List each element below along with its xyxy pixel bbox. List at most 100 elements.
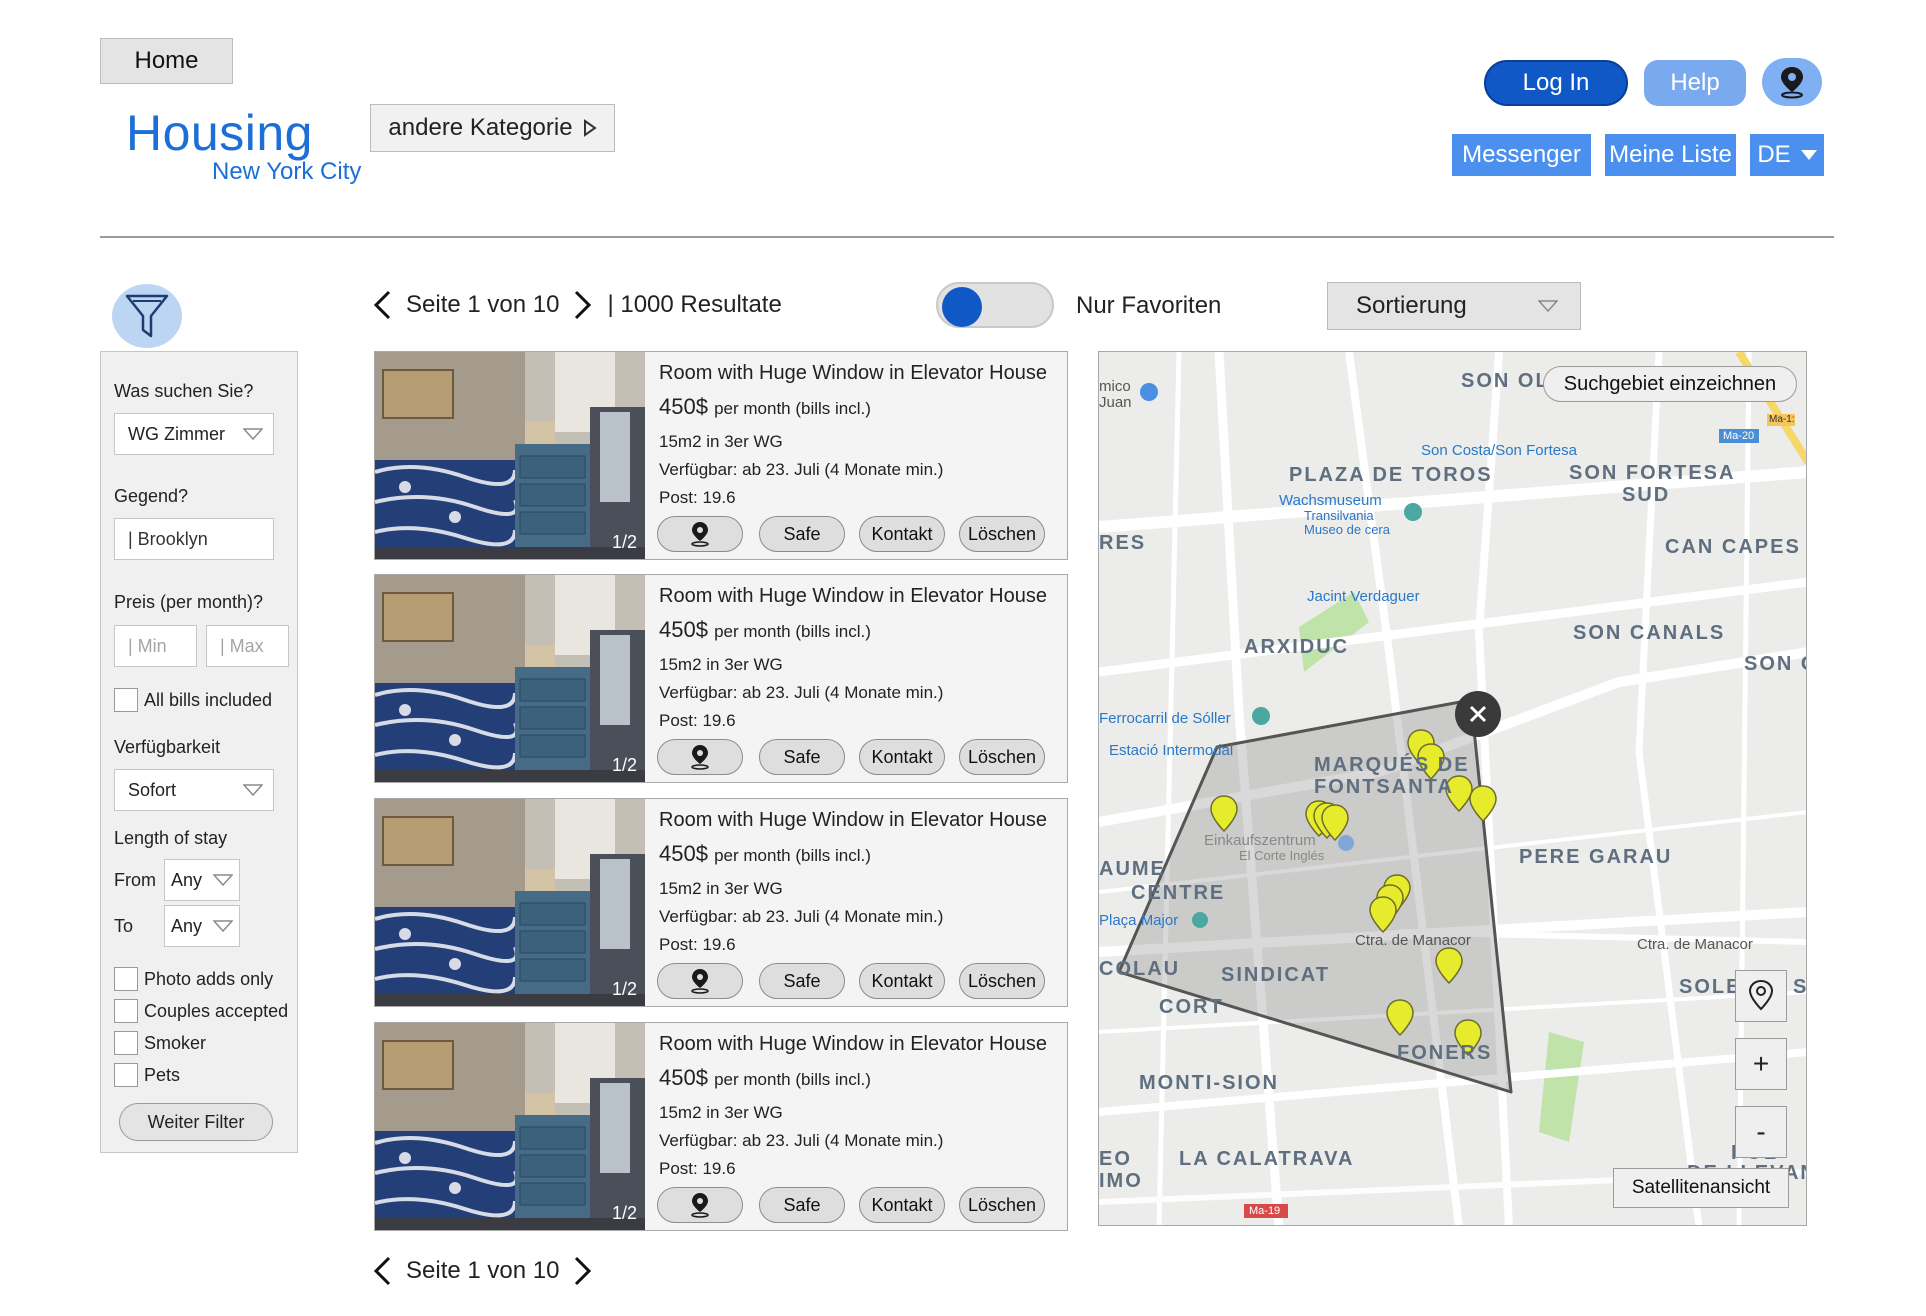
contact-button[interactable]: Kontakt	[859, 739, 945, 775]
listing-photo[interactable]: 1/2	[375, 575, 645, 782]
prev-page-icon[interactable]	[372, 1256, 392, 1286]
sort-select[interactable]: Sortierung	[1327, 282, 1581, 330]
filter-button[interactable]	[112, 284, 182, 348]
zoom-out-button[interactable]: -	[1735, 1106, 1787, 1158]
map-label: EO	[1099, 1148, 1132, 1170]
top-pagination: Seite 1 von 10 | 1000 Resultate	[372, 290, 782, 320]
stay-to-select[interactable]: Any	[164, 905, 240, 947]
bedroom-photo	[375, 1023, 645, 1230]
login-button[interactable]: Log In	[1484, 60, 1628, 106]
listing-title[interactable]: Room with Huge Window in Elevator House	[659, 362, 1047, 385]
price-min-input[interactable]: | Min	[114, 625, 197, 667]
next-page-icon[interactable]	[573, 290, 593, 320]
listing-price-line: 450$ per month (bills incl.)	[659, 617, 871, 643]
zoom-in-button[interactable]: +	[1735, 1038, 1787, 1090]
contact-button[interactable]: Kontakt	[859, 516, 945, 552]
from-label: From	[114, 870, 156, 890]
favorites-toggle[interactable]	[936, 282, 1054, 328]
map-panel[interactable]: SON OL PLAZA DE TOROS SON FORTESA SUD CA…	[1098, 351, 1807, 1226]
pets-checkbox[interactable]	[114, 1063, 138, 1087]
prev-page-icon[interactable]	[372, 290, 392, 320]
next-page-icon[interactable]	[573, 1256, 593, 1286]
save-button[interactable]: Safe	[759, 516, 845, 552]
other-category-label: andere Kategorie	[388, 114, 573, 141]
listing-post-date: Post: 19.6	[659, 488, 736, 507]
my-location-button[interactable]	[1735, 970, 1787, 1022]
contact-button[interactable]: Kontakt	[859, 963, 945, 999]
draw-search-area-button[interactable]: Suchgebiet einzeichnen	[1543, 366, 1797, 402]
area-input[interactable]: | Brooklyn	[114, 518, 274, 560]
location-pin-icon	[691, 522, 709, 547]
home-button[interactable]: Home	[100, 38, 233, 84]
stay-from-select[interactable]: Any	[164, 859, 240, 901]
smoker-option[interactable]: Smoker	[114, 1031, 206, 1055]
location-button[interactable]	[1762, 58, 1822, 106]
listing-title[interactable]: Room with Huge Window in Elevator House	[659, 585, 1047, 608]
toggle-knob	[942, 287, 982, 327]
photo-counter: 1/2	[611, 532, 637, 552]
listing-title[interactable]: Room with Huge Window in Elevator House	[659, 1033, 1047, 1056]
pets-option[interactable]: Pets	[114, 1063, 180, 1087]
photo-ads-checkbox[interactable]	[114, 967, 138, 991]
listing-card[interactable]: 1/2 Room with Huge Window in Elevator Ho…	[374, 1022, 1068, 1231]
listing-card[interactable]: 1/2 Room with Huge Window in Elevator Ho…	[374, 351, 1068, 560]
dropdown-triangle-icon	[1538, 300, 1558, 312]
show-on-map-button[interactable]	[657, 516, 743, 552]
save-button[interactable]: Safe	[759, 963, 845, 999]
listing-post-date: Post: 19.6	[659, 711, 736, 730]
map-poi-label: Einkaufszentrum	[1204, 832, 1316, 849]
map-label: PERE GARAU	[1519, 846, 1673, 868]
map-road-sign: Ma-20	[1723, 430, 1755, 442]
delete-button[interactable]: Löschen	[959, 516, 1045, 552]
search-type-label: Was suchen Sie?	[114, 381, 254, 401]
map-poi-label: Jacint Verdaguer	[1307, 588, 1420, 605]
listing-photo[interactable]: 1/2	[375, 799, 645, 1006]
listing-price-line: 450$ per month (bills incl.)	[659, 1065, 871, 1091]
listing-card[interactable]: 1/2 Room with Huge Window in Elevator Ho…	[374, 574, 1068, 783]
play-triangle-icon	[583, 119, 597, 137]
search-type-select[interactable]: WG Zimmer	[114, 413, 274, 455]
satellite-view-button[interactable]: Satellitenansicht	[1613, 1168, 1789, 1208]
language-select[interactable]: DE	[1750, 134, 1824, 176]
bills-included-label: All bills included	[144, 689, 273, 710]
bills-included-checkbox[interactable]	[114, 688, 138, 712]
delete-button[interactable]: Löschen	[959, 1187, 1045, 1223]
couples-checkbox[interactable]	[114, 999, 138, 1023]
more-filters-button[interactable]: Weiter Filter	[119, 1103, 273, 1141]
save-button[interactable]: Safe	[759, 1187, 845, 1223]
save-button[interactable]: Safe	[759, 739, 845, 775]
other-category-button[interactable]: andere Kategorie	[370, 104, 615, 152]
location-pin-icon	[691, 745, 709, 770]
show-on-map-button[interactable]	[657, 739, 743, 775]
listing-title[interactable]: Room with Huge Window in Elevator House	[659, 809, 1047, 832]
contact-button[interactable]: Kontakt	[859, 1187, 945, 1223]
delete-button[interactable]: Löschen	[959, 739, 1045, 775]
price-max-input[interactable]: | Max	[206, 625, 289, 667]
bills-included-option[interactable]: All bills included	[114, 688, 272, 712]
map-label: CORT	[1159, 996, 1224, 1018]
map-poi-label: El Corte Inglés	[1239, 848, 1325, 863]
help-button[interactable]: Help	[1644, 60, 1746, 106]
result-count: | 1000 Resultate	[607, 291, 782, 318]
show-on-map-button[interactable]	[657, 963, 743, 999]
smoker-checkbox[interactable]	[114, 1031, 138, 1055]
clear-area-button[interactable]	[1455, 691, 1501, 737]
photo-ads-option[interactable]: Photo adds only	[114, 967, 273, 991]
delete-button[interactable]: Löschen	[959, 963, 1045, 999]
listing-availability: Verfügbar: ab 23. Juli (4 Monate min.)	[659, 907, 944, 926]
location-pin-icon	[1781, 67, 1803, 99]
my-list-button[interactable]: Meine Liste	[1605, 134, 1736, 176]
map-poi-label: Ctra. de Manacor	[1355, 932, 1471, 949]
listing-size: 15m2 in 3er WG	[659, 655, 783, 674]
couples-option[interactable]: Couples accepted	[114, 999, 288, 1023]
map-label: SON OL	[1461, 370, 1550, 392]
listing-card[interactable]: 1/2 Room with Huge Window in Elevator Ho…	[374, 798, 1068, 1007]
dropdown-triangle-icon	[213, 920, 233, 932]
messenger-button[interactable]: Messenger	[1452, 134, 1591, 176]
listing-photo[interactable]: 1/2	[375, 1023, 645, 1230]
dropdown-triangle-icon	[213, 874, 233, 886]
listing-price-note: per month (bills incl.)	[714, 622, 871, 641]
show-on-map-button[interactable]	[657, 1187, 743, 1223]
listing-photo[interactable]: 1/2	[375, 352, 645, 559]
availability-select[interactable]: Sofort	[114, 769, 274, 811]
